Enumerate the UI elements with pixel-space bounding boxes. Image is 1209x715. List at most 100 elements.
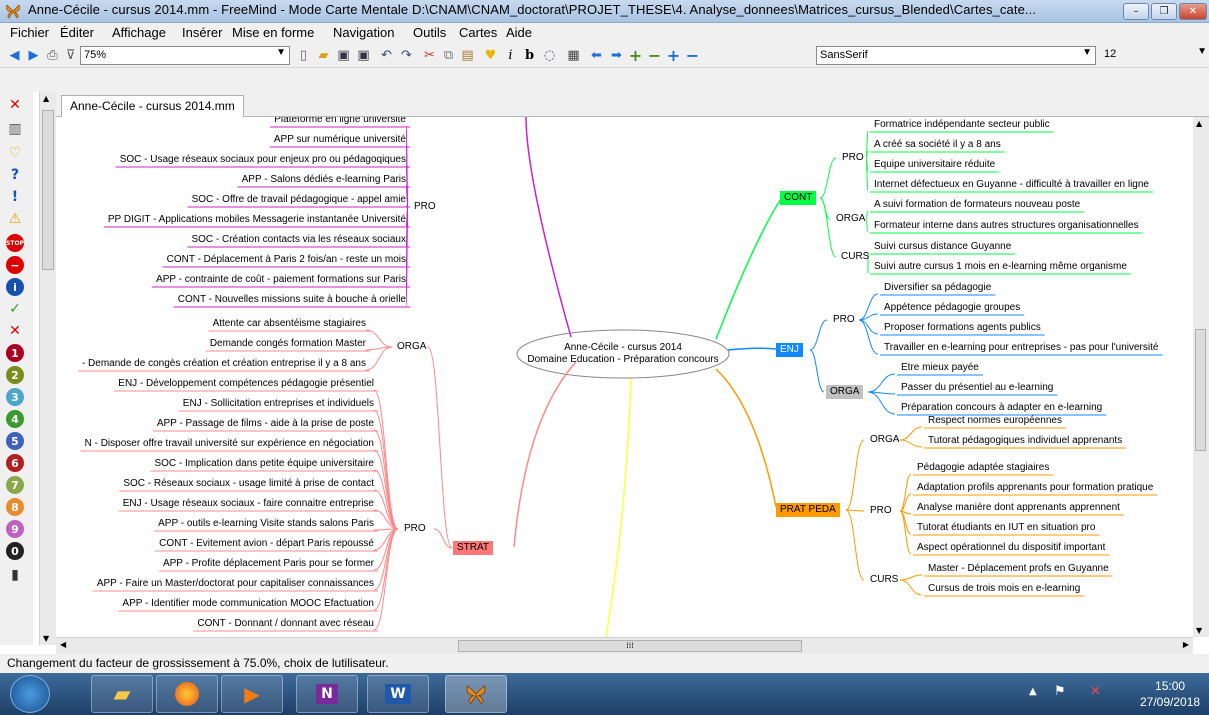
node-cont-orga[interactable]: ORGA [832,212,869,226]
forward-icon[interactable]: ▶ [25,47,42,64]
green-plus-icon[interactable]: + [627,46,644,65]
map-node[interactable]: Attente car absentéisme stagiaires [213,318,366,330]
font-size-select[interactable]: 12 ▼ [1101,46,1207,65]
priority-8-icon[interactable]: 8 [6,498,24,516]
map-node[interactable]: Suivi autre cursus 1 mois en e-learning … [874,261,1127,273]
tray-expand-icon[interactable]: ▲ [1029,686,1037,697]
node-strat-orga[interactable]: ORGA [393,340,430,354]
icon-toolbar-scrollbar[interactable]: ▲ ▼ [39,92,56,645]
map-horizontal-scrollbar[interactable]: ◀ ⁞⁞⁞ ▶ [56,637,1193,654]
calendar-icon[interactable]: ▦ [565,47,582,64]
map-node[interactable]: Proposer formations agents publics [884,322,1041,334]
priority-4-icon[interactable]: 4 [6,410,24,428]
trash-icon[interactable]: ▥ [6,120,24,138]
map-node[interactable]: ENJ - Développement compétences pédagogi… [118,378,374,390]
scroll-up-icon[interactable]: ▲ [1196,119,1202,128]
tray-flag-icon[interactable]: ⚑ [1054,684,1066,699]
map-node[interactable]: APP - Profite déplacement Paris pour se … [163,558,374,570]
map-node[interactable]: SOC - Offre de travail pédagogique - app… [192,194,406,206]
new-file-icon[interactable]: ▯ [295,47,312,64]
lightbulb-icon[interactable]: ♡ [6,144,24,162]
arrow-left-icon[interactable]: ⬅ [588,47,605,64]
map-node[interactable]: SOC - Implication dans petite équipe uni… [154,458,374,470]
close-button[interactable]: ✕ [1179,3,1207,20]
menu-aide[interactable]: Aide [506,25,532,40]
taskbar-freemind[interactable] [445,675,507,713]
node-strat[interactable]: STRAT [453,541,494,555]
map-node[interactable]: Passer du présentiel au e-learning [901,382,1053,394]
menu-affichage[interactable]: Affichage [112,25,166,40]
map-node[interactable]: Travailler en e-learning pour entreprise… [884,342,1158,354]
menu-navigation[interactable]: Navigation [333,25,394,40]
warning-icon[interactable]: ⚠ [6,210,24,228]
scroll-left-icon[interactable]: ◀ [60,640,66,649]
node-prat-orga[interactable]: ORGA [866,433,903,447]
map-node[interactable]: SOC - Usage réseaux sociaux pour enjeux … [120,154,406,166]
scroll-right-icon[interactable]: ▶ [1183,640,1189,649]
map-node[interactable]: Appétence pédagogie groupes [884,302,1020,314]
map-node[interactable]: Formatrice indépendante secteur public [874,119,1050,131]
node-prat-pro[interactable]: PRO [866,504,896,518]
map-node[interactable]: PP DIGIT - Applications mobiles Messager… [108,214,406,226]
blue-plus-icon[interactable]: + [665,46,682,65]
save-icon[interactable]: ▣ [335,47,352,64]
scroll-thumb[interactable] [1195,329,1206,451]
redo-icon[interactable]: ↷ [398,47,415,64]
cloud-icon[interactable]: ◌ [541,47,558,64]
scroll-down-icon[interactable]: ▼ [1196,626,1202,635]
map-node[interactable]: SOC - Création contacts via les réseaux … [191,234,406,246]
taskbar-word[interactable]: W [367,675,429,713]
map-node[interactable]: Demande congés formation Master [210,338,366,350]
paste-icon[interactable]: ▤ [459,47,476,64]
menu-cartes[interactable]: Cartes [459,25,497,40]
map-node[interactable]: APP - outils e-learning Visite stands sa… [158,518,374,530]
checkmark-icon[interactable]: ✓ [6,300,24,318]
node-pro-left[interactable]: PRO [410,200,440,214]
map-node[interactable]: CONT - Donnant / donnant avec réseau [197,618,374,630]
menu-fichier[interactable]: Fichier [10,25,49,40]
system-clock[interactable]: 15:00 27/09/2018 [1140,678,1200,710]
open-folder-icon[interactable]: ▰ [315,47,332,64]
zoom-select[interactable]: 75% ▼ [80,46,290,65]
italic-icon[interactable]: i [502,47,519,64]
priority-7-icon[interactable]: 7 [6,476,24,494]
priority-1-icon[interactable]: 1 [6,344,24,362]
menu-inserer[interactable]: Insérer [182,25,222,40]
node-enj-pro[interactable]: PRO [829,313,859,327]
back-icon[interactable]: ◀ [6,47,23,64]
menu-outils[interactable]: Outils [413,25,446,40]
scroll-up-icon[interactable]: ▲ [43,94,49,103]
priority-0-icon[interactable]: 0 [6,542,24,560]
map-node[interactable]: Aspect opérationnel du dispositif import… [917,542,1105,554]
scroll-down-icon[interactable]: ▼ [43,634,49,643]
map-node[interactable]: CONT - Déplacement à Paris 2 fois/an - r… [167,254,406,266]
menu-mise-en-forme[interactable]: Mise en forme [232,25,314,40]
map-node[interactable]: A créé sa société il y a 8 ans [874,139,1001,151]
map-node[interactable]: Plateforme en ligne université [274,117,406,126]
priority-9-icon[interactable]: 9 [6,520,24,538]
menu-editer[interactable]: Éditer [60,25,94,40]
map-node[interactable]: A suivi formation de formateurs nouveau … [874,199,1080,211]
node-cont[interactable]: CONT [780,191,817,205]
center-node[interactable]: Anne-Cécile - cursus 2014 Domaine Educat… [518,342,728,366]
map-node[interactable]: APP - Faire un Master/doctorat pour capi… [97,578,374,590]
node-enj-orga[interactable]: ORGA [826,385,864,399]
cut-icon[interactable]: ✂ [421,47,438,64]
map-node[interactable]: Préparation concours à adapter en e-lear… [901,402,1102,414]
map-node[interactable]: APP - Identifier mode communication MOOC… [122,598,374,610]
remove-icon-x-icon[interactable]: ✕ [6,96,24,114]
map-node[interactable]: Respect normes européennes [928,415,1062,427]
map-node[interactable]: N - Disposer offre travail université su… [85,438,374,450]
map-node[interactable]: Tutorat pédagogiques individuel apprenan… [928,435,1122,447]
font-family-select[interactable]: SansSerif ▼ [816,46,1096,65]
green-minus-icon[interactable]: − [646,46,663,65]
map-node[interactable]: APP - contrainte de coût - paiement form… [156,274,406,286]
print-icon[interactable]: ⎙ [44,47,61,64]
node-prat-peda[interactable]: PRAT PEDA [776,503,840,517]
taskbar-onenote[interactable]: N [296,675,358,713]
bold-icon[interactable]: b [521,47,538,64]
scroll-thumb[interactable]: ⁞⁞⁞ [458,640,802,652]
filter-icon[interactable]: ⊽ [62,47,79,64]
map-node[interactable]: Suivi cursus distance Guyanne [874,241,1011,253]
map-node[interactable]: CONT - Nouvelles missions suite à bouche… [178,294,406,306]
